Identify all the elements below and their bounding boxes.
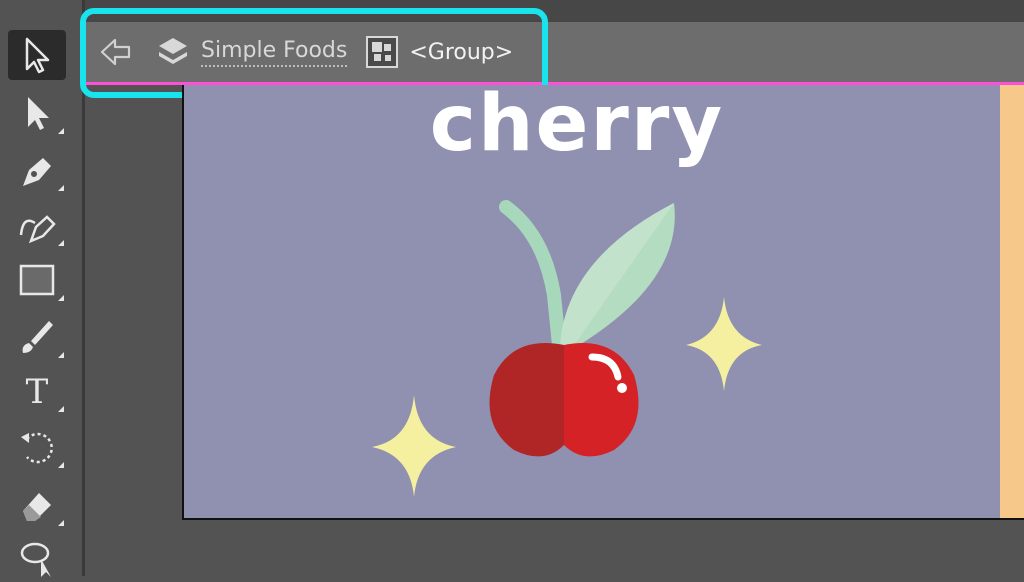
curvature-pen-icon	[19, 215, 56, 244]
tool-flyout-indicator	[58, 462, 64, 468]
tool-flyout-indicator	[58, 520, 64, 526]
tool-flyout-indicator	[58, 406, 64, 412]
eraser-tool[interactable]	[6, 480, 68, 530]
lasso-tool[interactable]	[6, 532, 68, 582]
type-glyph: T	[26, 372, 49, 411]
tools-panel: T	[0, 0, 82, 577]
tool-flyout-indicator	[58, 295, 64, 301]
lasso-icon	[20, 542, 51, 577]
rectangle-tool[interactable]	[6, 255, 68, 305]
tool-flyout-indicator	[58, 128, 64, 134]
eraser-icon	[23, 493, 51, 521]
brush-icon	[22, 321, 53, 353]
direct-selection-tool[interactable]	[6, 88, 68, 138]
cherry-illustration[interactable]	[354, 185, 774, 520]
sparkle-right	[686, 297, 762, 391]
selection-tool[interactable]	[8, 30, 66, 80]
paintbrush-tool[interactable]	[6, 312, 68, 362]
cherry-left-half	[489, 343, 564, 457]
arrow-outline-icon	[25, 37, 50, 74]
artboard[interactable]: cherry	[182, 85, 1024, 520]
pen-icon	[23, 158, 51, 186]
rotate-tool[interactable]	[6, 422, 68, 472]
tool-flyout-indicator	[58, 185, 64, 191]
sparkle-left	[372, 395, 456, 497]
cherry-stem	[499, 200, 567, 362]
cherry-shine-dot	[617, 383, 627, 393]
cherry-leaf-highlight	[559, 203, 674, 365]
rotate-icon	[21, 432, 53, 464]
adjacent-artboard	[1000, 85, 1024, 518]
tool-flyout-indicator	[58, 352, 64, 358]
type-icon: T	[26, 372, 49, 411]
tool-flyout-indicator	[58, 240, 64, 246]
curvature-tool[interactable]	[6, 200, 68, 250]
arrow-solid-icon	[28, 97, 49, 130]
type-tool[interactable]: T	[6, 366, 68, 416]
rectangle-icon	[19, 264, 55, 296]
pen-tool[interactable]	[6, 145, 68, 195]
artboard-title[interactable]: cherry	[402, 85, 752, 163]
